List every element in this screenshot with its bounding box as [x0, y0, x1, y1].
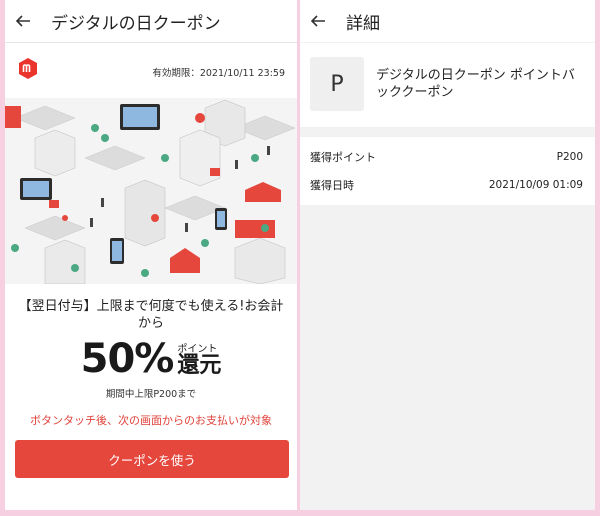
- percent-value: 50%: [80, 336, 175, 382]
- detail-list: 獲得ポイント P200 獲得日時 2021/10/09 01:09: [300, 137, 595, 205]
- page-title: デジタルの日クーポン: [51, 13, 221, 34]
- notice-text: ボタンタッチ後、次の画面からのお支払いが対象: [30, 414, 272, 427]
- coupon-name: デジタルの日クーポン ポイントバッククーポン: [376, 68, 575, 100]
- detail-value: P200: [556, 151, 583, 163]
- limit-text: 期間中上限P200まで: [105, 389, 197, 400]
- point-icon: P: [310, 57, 364, 111]
- detail-panel: 詳細 P デジタルの日クーポン ポイントバッククーポン 獲得ポイント P200 …: [300, 0, 595, 510]
- detail-label: 獲得ポイント: [310, 151, 376, 164]
- mercari-logo-icon: [19, 58, 37, 79]
- point-return-block: 50% ポイント 還元: [5, 338, 297, 380]
- use-coupon-button[interactable]: クーポンを使う: [15, 440, 289, 478]
- detail-row-date: 獲得日時 2021/10/09 01:09: [300, 171, 595, 199]
- detail-value: 2021/10/09 01:09: [488, 179, 583, 191]
- coupon-panel: デジタルの日クーポン 有効期限：2021/10/11 23:59 【翌日付与】上…: [5, 0, 297, 510]
- return-label: 還元: [177, 353, 222, 378]
- expiry-date: 有効期限：2021/10/11 23:59: [152, 68, 285, 79]
- page-title: 詳細: [346, 13, 380, 34]
- back-arrow-icon[interactable]: [310, 13, 326, 29]
- coupon-headline: 【翌日付与】上限まで何度でも使える!お会計から: [18, 299, 284, 331]
- city-illustration: [5, 98, 297, 284]
- coupon-card: P デジタルの日クーポン ポイントバッククーポン: [300, 43, 595, 127]
- back-arrow-icon[interactable]: [15, 13, 31, 29]
- app-bar: デジタルの日クーポン: [5, 0, 297, 43]
- detail-label: 獲得日時: [310, 179, 354, 192]
- detail-row-points: 獲得ポイント P200: [300, 143, 595, 171]
- app-bar: 詳細: [300, 0, 595, 42]
- meta-row: 有効期限：2021/10/11 23:59: [5, 43, 297, 97]
